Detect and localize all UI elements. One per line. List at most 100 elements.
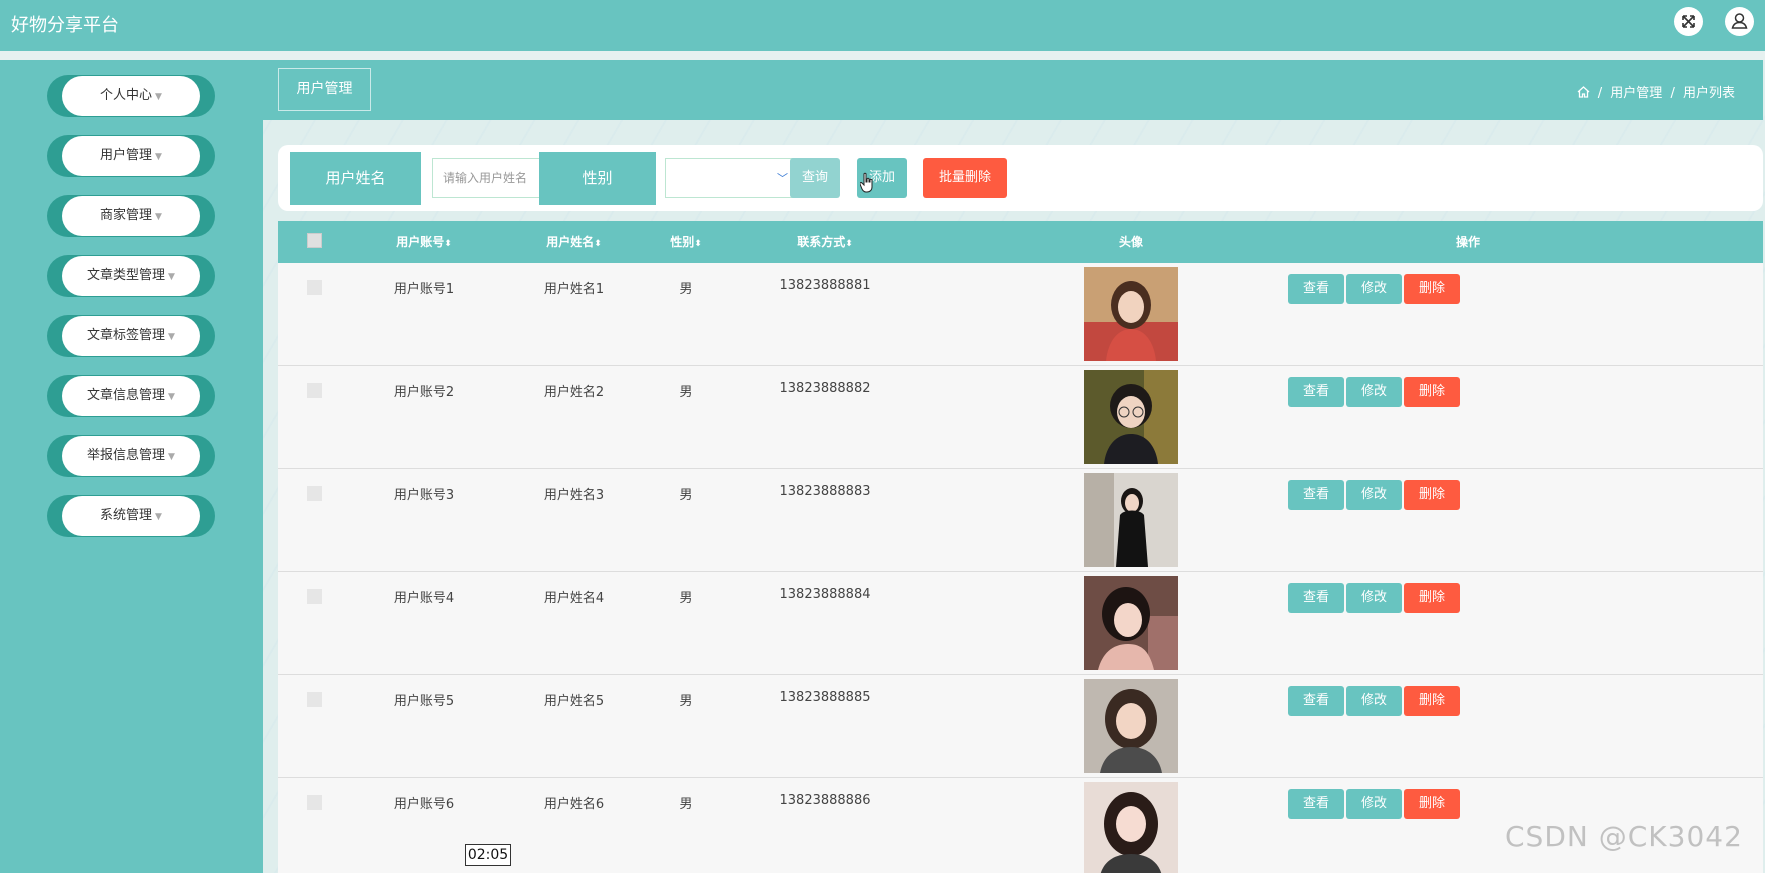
cell-gender: 男: [679, 591, 693, 606]
cell-name: 用户姓名3: [543, 488, 605, 503]
avatar-image: [1084, 576, 1178, 670]
avatar-image: [1084, 679, 1178, 773]
sidebar-item-user-management[interactable]: 用户管理 ▼: [47, 135, 215, 177]
row-checkbox[interactable]: [307, 692, 322, 707]
column-header-gender[interactable]: 性别⬍: [663, 221, 709, 263]
sidebar-item-report-management[interactable]: 举报信息管理 ▼: [47, 435, 215, 477]
sidebar-item-article-info-management[interactable]: 文章信息管理 ▼: [47, 375, 215, 417]
view-button[interactable]: 查看: [1288, 583, 1344, 613]
delete-button[interactable]: 删除: [1404, 274, 1460, 304]
home-icon[interactable]: [1577, 86, 1594, 101]
cell-gender: 男: [679, 282, 693, 297]
cell-gender: 男: [679, 385, 693, 400]
cell-account: 用户账号4: [393, 591, 455, 606]
main-content: 用户管理 / 用户管理 / 用户列表 用户姓名 性别 ﹀ 查询 添加 批量删除 …: [263, 60, 1765, 873]
sidebar-item-label: 文章信息管理: [87, 388, 166, 403]
row-checkbox[interactable]: [307, 589, 322, 604]
edit-button[interactable]: 修改: [1346, 583, 1402, 613]
sort-icon[interactable]: ⬍: [444, 239, 452, 249]
column-header-label: 用户账号: [396, 235, 445, 249]
select-all-checkbox[interactable]: [307, 233, 322, 248]
gender-select[interactable]: ﹀: [665, 158, 795, 198]
delete-button[interactable]: 删除: [1404, 377, 1460, 407]
column-header-account[interactable]: 用户账号⬍: [388, 221, 460, 263]
sidebar-item-article-type-management[interactable]: 文章类型管理 ▼: [47, 255, 215, 297]
fullscreen-icon[interactable]: [1674, 7, 1703, 36]
edit-button[interactable]: 修改: [1346, 377, 1402, 407]
view-button[interactable]: 查看: [1288, 480, 1344, 510]
caret-down-icon: ▼: [168, 452, 175, 462]
view-button[interactable]: 查看: [1288, 789, 1344, 819]
caret-down-icon: ▼: [155, 152, 162, 162]
column-header-label: 用户姓名: [546, 235, 595, 249]
cell-gender: 男: [679, 694, 693, 709]
sort-icon[interactable]: ⬍: [594, 239, 602, 249]
sidebar-item-label: 个人中心: [100, 88, 153, 103]
cell-account: 用户账号5: [393, 694, 455, 709]
batch-delete-button[interactable]: 批量删除: [923, 158, 1007, 198]
view-button[interactable]: 查看: [1288, 274, 1344, 304]
tab-user-management[interactable]: 用户管理: [278, 68, 371, 111]
sidebar-item-label: 文章类型管理: [87, 268, 166, 283]
table-row: 用户账号5 用户姓名5 男 13823888885 查看 修改 删除: [278, 675, 1763, 778]
delete-button[interactable]: 删除: [1404, 789, 1460, 819]
sidebar-item-label: 文章标签管理: [87, 328, 166, 343]
sort-icon[interactable]: ⬍: [694, 239, 702, 249]
view-button[interactable]: 查看: [1288, 377, 1344, 407]
sidebar-item-personal-center[interactable]: 个人中心 ▼: [47, 75, 215, 117]
cell-phone: 13823888883: [779, 484, 871, 499]
sort-icon[interactable]: ⬍: [845, 239, 853, 249]
page-header: 用户管理 / 用户管理 / 用户列表: [263, 60, 1763, 120]
sidebar-item-article-tag-management[interactable]: 文章标签管理 ▼: [47, 315, 215, 357]
caret-down-icon: ▼: [155, 212, 162, 222]
sidebar-item-merchant-management[interactable]: 商家管理 ▼: [47, 195, 215, 237]
header-divider: [0, 51, 1765, 60]
delete-button[interactable]: 删除: [1404, 583, 1460, 613]
cell-account: 用户账号2: [393, 385, 455, 400]
row-checkbox[interactable]: [307, 486, 322, 501]
caret-down-icon: ▼: [168, 392, 175, 402]
watermark: CSDN @CK3042: [1505, 820, 1743, 853]
sidebar-item-pill: 商家管理 ▼: [62, 196, 200, 236]
cell-name: 用户姓名4: [543, 591, 605, 606]
edit-button[interactable]: 修改: [1346, 480, 1402, 510]
cell-phone: 13823888882: [779, 381, 871, 396]
sidebar-item-label: 用户管理: [100, 148, 153, 163]
column-header-phone[interactable]: 联系方式⬍: [783, 221, 867, 263]
name-filter-label: 用户姓名: [290, 152, 421, 205]
table-row: 用户账号4 用户姓名4 男 13823888884 查看 修改 删除: [278, 572, 1763, 675]
delete-button[interactable]: 删除: [1404, 686, 1460, 716]
cell-gender: 男: [679, 797, 693, 812]
chevron-down-icon: ﹀: [777, 172, 788, 185]
caret-down-icon: ▼: [168, 332, 175, 342]
edit-button[interactable]: 修改: [1346, 789, 1402, 819]
avatar-image: [1084, 267, 1178, 361]
sidebar-item-label: 商家管理: [100, 208, 153, 223]
row-checkbox[interactable]: [307, 383, 322, 398]
avatar-image: [1084, 473, 1178, 567]
breadcrumb-item[interactable]: 用户管理: [1610, 86, 1662, 101]
sidebar: 个人中心 ▼ 用户管理 ▼ 商家管理 ▼ 文章类型管理 ▼ 文章标签管理 ▼ 文章信息管理…: [0, 60, 263, 873]
column-header-actions: 操作: [1455, 235, 1480, 249]
avatar-image: [1084, 782, 1178, 873]
column-header-name[interactable]: 用户姓名⬍: [538, 221, 610, 263]
sidebar-item-system-management[interactable]: 系统管理 ▼: [47, 495, 215, 537]
query-button[interactable]: 查询: [790, 158, 840, 198]
avatar-image: [1084, 370, 1178, 464]
sidebar-item-pill: 系统管理 ▼: [62, 496, 200, 536]
app-title: 好物分享平台: [11, 15, 119, 36]
edit-button[interactable]: 修改: [1346, 686, 1402, 716]
cell-gender: 男: [679, 488, 693, 503]
sidebar-item-label: 系统管理: [100, 508, 153, 523]
user-icon[interactable]: [1725, 7, 1754, 36]
row-checkbox[interactable]: [307, 280, 322, 295]
delete-button[interactable]: 删除: [1404, 480, 1460, 510]
row-checkbox[interactable]: [307, 795, 322, 810]
gender-filter-label: 性别: [539, 152, 656, 205]
edit-button[interactable]: 修改: [1346, 274, 1402, 304]
table-row: 用户账号2 用户姓名2 男 13823888882 查看 修改 删除: [278, 366, 1763, 469]
top-bar: 好物分享平台: [0, 0, 1765, 51]
cell-account: 用户账号3: [393, 488, 455, 503]
video-timestamp: 02:05: [465, 844, 511, 866]
view-button[interactable]: 查看: [1288, 686, 1344, 716]
